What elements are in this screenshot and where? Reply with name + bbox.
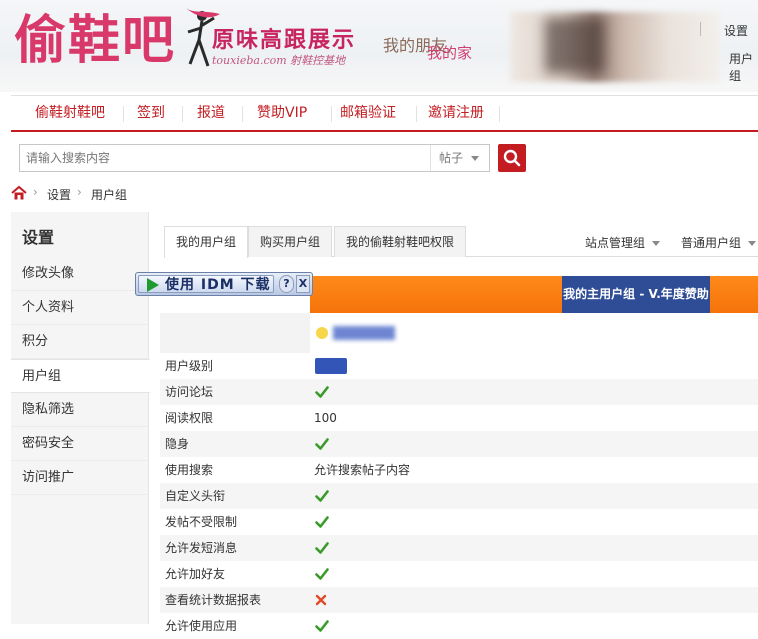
breadcrumb-separator: › xyxy=(33,185,38,199)
normal-group-dropdown[interactable]: 普通用户组 xyxy=(681,234,757,251)
check-icon xyxy=(315,386,329,398)
normal-group-label: 普通用户组 xyxy=(681,236,742,250)
sidebar-item-credits[interactable]: 积分 xyxy=(11,325,149,359)
nav-divider xyxy=(242,106,243,122)
sidebar-item-promotion[interactable]: 访问推广 xyxy=(11,461,149,495)
lightbulb-icon xyxy=(316,327,328,339)
breadcrumb-separator: › xyxy=(77,185,82,199)
idm-close-button[interactable]: X xyxy=(296,275,310,293)
table-row: 允许加好友 xyxy=(160,561,758,587)
permission-label: 自定义头衔 xyxy=(165,489,226,503)
permission-label: 使用搜索 xyxy=(165,463,214,477)
site-logo[interactable]: 偷鞋吧 xyxy=(14,10,176,72)
check-icon xyxy=(315,542,329,554)
chevron-down-icon xyxy=(471,156,479,161)
permission-label: 发帖不受限制 xyxy=(165,515,238,529)
main-nav: 偷鞋射鞋吧 签到 报道 赞助VIP 邮箱验证 邀请注册 xyxy=(11,95,758,132)
check-icon xyxy=(315,490,329,502)
tab-buy-usergroup[interactable]: 购买用户组 xyxy=(248,226,333,257)
idm-download-label: 使用 IDM 下载 xyxy=(165,277,271,293)
chevron-down-icon xyxy=(748,241,757,246)
permission-label: 隐身 xyxy=(165,437,190,451)
breadcrumb-usergroup[interactable]: 用户组 xyxy=(91,186,127,203)
nav-item-report[interactable]: 报道 xyxy=(197,96,225,131)
breadcrumb-settings[interactable]: 设置 xyxy=(47,186,71,203)
banner-photo xyxy=(510,12,720,82)
permission-label: 允许加好友 xyxy=(165,567,226,581)
table-row: 查看统计数据报表 xyxy=(160,587,758,613)
table-row: 隐身 xyxy=(160,431,758,457)
search-button[interactable] xyxy=(498,144,526,172)
cross-icon xyxy=(315,594,327,606)
header-divider xyxy=(700,22,701,36)
search-icon xyxy=(503,149,521,167)
nav-item-home[interactable]: 偷鞋射鞋吧 xyxy=(35,96,105,131)
table-row: 访问论坛 xyxy=(160,379,758,405)
permission-label: 允许使用应用 xyxy=(165,619,238,633)
nav-divider xyxy=(416,106,417,122)
nav-item-vip[interactable]: 赞助VIP xyxy=(257,96,307,131)
usergroup-tabs: 我的用户组 购买用户组 我的偷鞋射鞋吧权限 站点管理组 普通用户组 xyxy=(164,226,758,258)
sidebar-title: 设置 xyxy=(22,228,55,247)
permission-label: 允许发短消息 xyxy=(165,541,238,555)
sidebar-item-usergroup[interactable]: 用户组 xyxy=(11,359,150,393)
check-icon xyxy=(315,438,329,450)
table-row: 阅读权限 100 xyxy=(160,405,758,431)
table-row: 使用搜索 允许搜索帖子内容 xyxy=(160,457,758,483)
level-badge-icon xyxy=(315,358,347,374)
table-row: 发帖不受限制 xyxy=(160,509,758,535)
main-usergroup-title: 我的主用户组 - V.年度赞助 xyxy=(562,276,710,313)
admin-group-dropdown[interactable]: 站点管理组 xyxy=(585,234,661,251)
header-settings-link[interactable]: 设置 xyxy=(724,22,748,39)
check-icon xyxy=(315,568,329,580)
idm-download-button[interactable]: 使用 IDM 下载 xyxy=(138,275,274,293)
sidebar-item-avatar[interactable]: 修改头像 xyxy=(11,257,149,291)
search-bar: 帖子 xyxy=(19,144,490,172)
site-slogan: 原味高跟展示 xyxy=(212,28,357,53)
header-usergroup-link[interactable]: 用户组 xyxy=(729,50,758,84)
search-type-label: 帖子 xyxy=(439,151,464,165)
permission-label: 用户级别 xyxy=(165,359,214,373)
table-row: 允许发短消息 xyxy=(160,535,758,561)
table-row: 用户级别 xyxy=(160,353,758,379)
settings-sidebar: 设置 修改头像 个人资料 积分 用户组 隐私筛选 密码安全 访问推广 xyxy=(11,212,150,624)
check-icon xyxy=(315,516,329,528)
tagline-line-2: 我的家 xyxy=(427,44,473,62)
sidebar-item-profile[interactable]: 个人资料 xyxy=(11,291,149,325)
nav-item-signin[interactable]: 签到 xyxy=(137,96,165,131)
permission-label: 查看统计数据报表 xyxy=(165,593,262,607)
search-input[interactable] xyxy=(20,145,430,171)
idm-help-button[interactable]: ? xyxy=(279,275,294,293)
admin-group-label: 站点管理组 xyxy=(585,236,646,250)
play-icon xyxy=(147,278,159,292)
current-user xyxy=(316,324,398,342)
nav-divider xyxy=(182,106,183,122)
permission-value: 允许搜索帖子内容 xyxy=(314,463,411,477)
nav-item-invite[interactable]: 邀请注册 xyxy=(428,96,484,131)
search-type-select[interactable]: 帖子 xyxy=(430,145,489,171)
tab-my-usergroup[interactable]: 我的用户组 xyxy=(164,226,249,258)
home-icon[interactable] xyxy=(11,185,27,201)
nav-divider xyxy=(499,106,500,122)
table-row: 自定义头衔 xyxy=(160,483,758,509)
banner-photo-detail xyxy=(545,18,605,73)
check-icon xyxy=(315,620,329,632)
idm-download-panel: 使用 IDM 下载 ? X xyxy=(135,272,313,296)
chevron-down-icon xyxy=(652,241,661,246)
nav-divider xyxy=(123,106,124,122)
header-banner: 偷鞋吧 原味高跟展示 touxieba.com 射鞋控基地 我的朋友, 我的家 … xyxy=(0,0,758,92)
permission-label: 阅读权限 xyxy=(165,411,214,425)
tab-my-permissions[interactable]: 我的偷鞋射鞋吧权限 xyxy=(334,226,467,257)
site-url: touxieba.com 射鞋控基地 xyxy=(212,54,346,67)
username-redacted xyxy=(333,326,395,340)
sidebar-item-password[interactable]: 密码安全 xyxy=(11,427,149,461)
nav-divider xyxy=(331,106,332,122)
nav-item-email-verify[interactable]: 邮箱验证 xyxy=(340,96,396,131)
permission-value: 100 xyxy=(314,411,337,425)
table-corner-cell xyxy=(160,313,310,353)
permission-label: 访问论坛 xyxy=(165,385,214,399)
sidebar-item-privacy[interactable]: 隐私筛选 xyxy=(11,393,149,427)
table-row: 允许使用应用 xyxy=(160,613,758,639)
